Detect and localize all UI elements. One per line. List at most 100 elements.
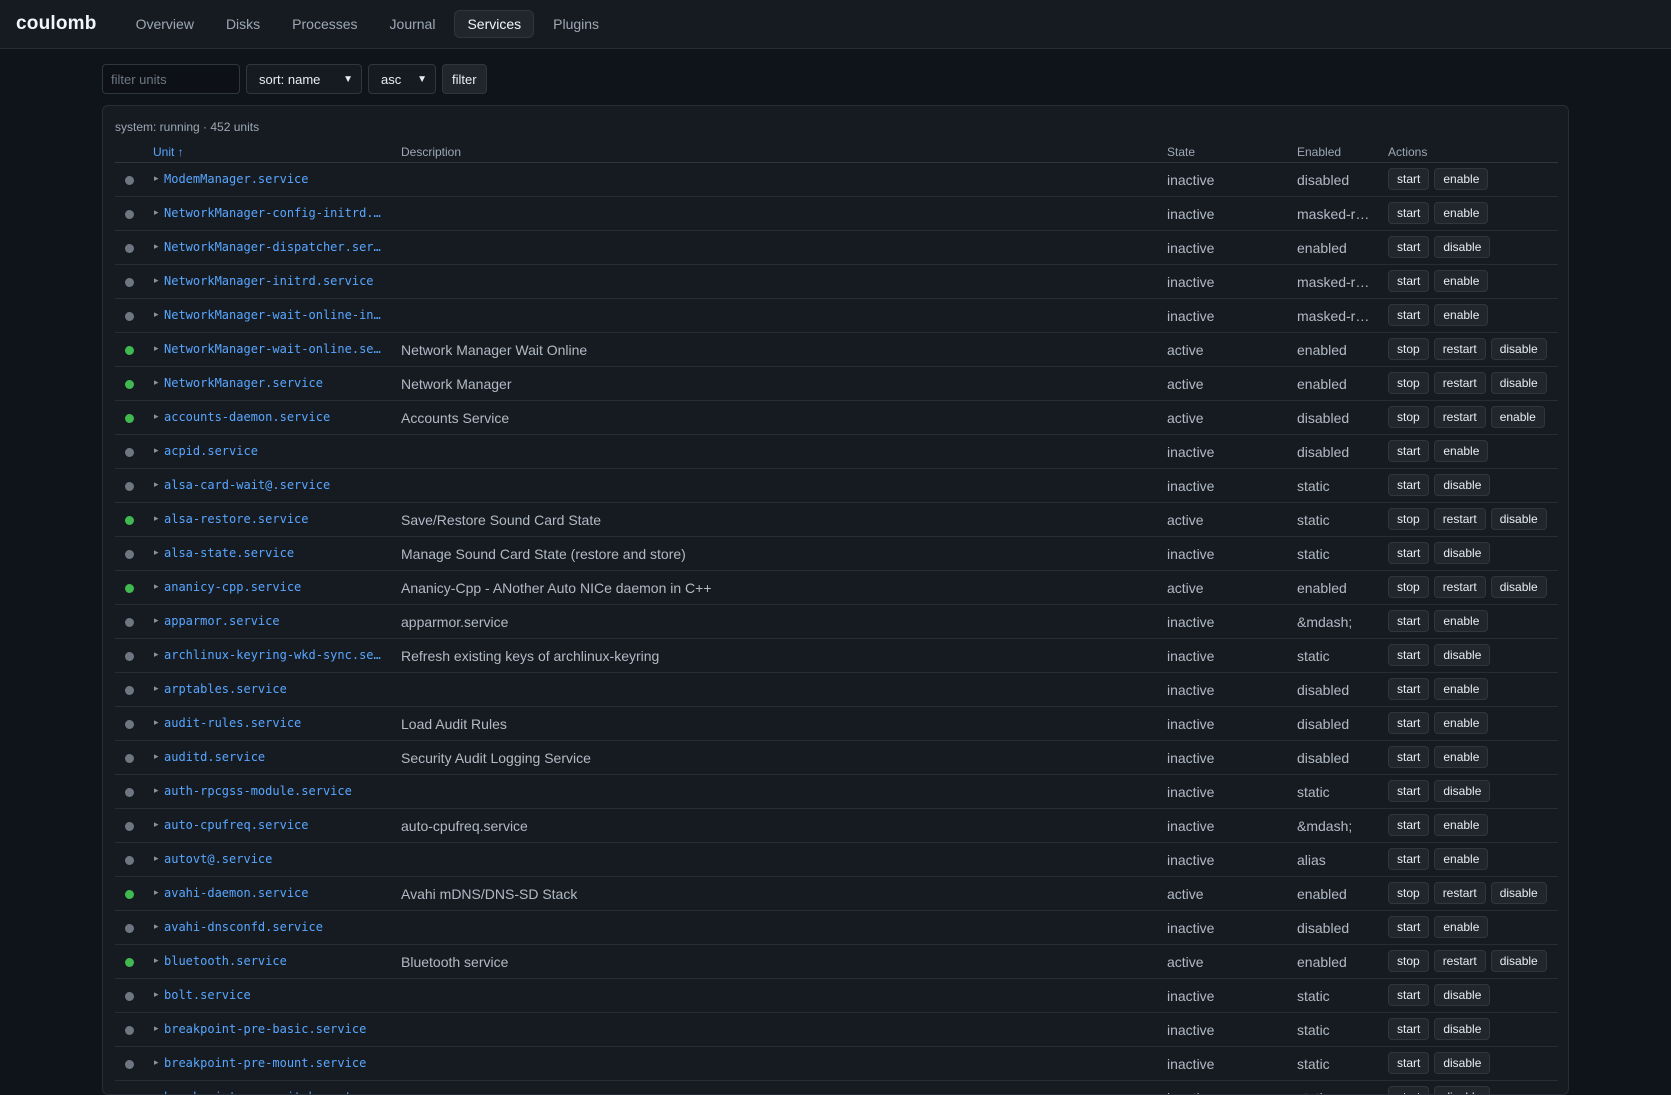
unit-name-link[interactable]: NetworkManager-config-initrd.se… xyxy=(164,206,384,220)
disable-button[interactable]: disable xyxy=(1434,780,1491,802)
unit-name-link[interactable]: NetworkManager-wait-online.serv… xyxy=(164,342,384,356)
expand-caret-icon[interactable]: ▸ xyxy=(154,649,159,660)
expand-caret-icon[interactable]: ▸ xyxy=(154,853,159,864)
unit-name-link[interactable]: bolt.service xyxy=(164,988,384,1002)
unit-name-link[interactable]: autovt@.service xyxy=(164,852,384,866)
disable-button[interactable]: disable xyxy=(1434,1052,1491,1074)
enable-button[interactable]: enable xyxy=(1434,678,1489,700)
start-button[interactable]: start xyxy=(1388,1086,1430,1094)
disable-button[interactable]: disable xyxy=(1490,576,1547,598)
disable-button[interactable]: disable xyxy=(1434,1018,1491,1040)
start-button[interactable]: start xyxy=(1388,780,1430,802)
expand-caret-icon[interactable]: ▸ xyxy=(154,241,159,252)
start-button[interactable]: start xyxy=(1388,1018,1430,1040)
unit-name-link[interactable]: ananicy-cpp.service xyxy=(164,580,384,594)
start-button[interactable]: start xyxy=(1388,678,1430,700)
order-select[interactable]: asc ▼ xyxy=(368,64,436,94)
disable-button[interactable]: disable xyxy=(1490,950,1547,972)
unit-name-link[interactable]: audit-rules.service xyxy=(164,716,384,730)
expand-caret-icon[interactable]: ▸ xyxy=(154,683,159,694)
expand-caret-icon[interactable]: ▸ xyxy=(154,1023,159,1034)
disable-button[interactable]: disable xyxy=(1490,372,1547,394)
expand-caret-icon[interactable]: ▸ xyxy=(154,479,159,490)
unit-name-link[interactable]: bluetooth.service xyxy=(164,954,384,968)
enable-button[interactable]: enable xyxy=(1434,712,1489,734)
app-brand[interactable]: coulomb xyxy=(16,13,97,35)
enable-button[interactable]: enable xyxy=(1434,202,1489,224)
expand-caret-icon[interactable]: ▸ xyxy=(154,275,159,286)
unit-name-link[interactable]: breakpoint-pre-switch-root.serv… xyxy=(164,1090,384,1094)
unit-name-link[interactable]: NetworkManager-dispatcher.servi… xyxy=(164,240,384,254)
start-button[interactable]: start xyxy=(1388,440,1430,462)
restart-button[interactable]: restart xyxy=(1433,882,1486,904)
enable-button[interactable]: enable xyxy=(1434,270,1489,292)
expand-caret-icon[interactable]: ▸ xyxy=(154,411,159,422)
expand-caret-icon[interactable]: ▸ xyxy=(154,309,159,320)
unit-name-link[interactable]: breakpoint-pre-mount.service xyxy=(164,1056,384,1070)
stop-button[interactable]: stop xyxy=(1388,406,1429,428)
stop-button[interactable]: stop xyxy=(1388,882,1429,904)
unit-name-link[interactable]: alsa-state.service xyxy=(164,546,384,560)
disable-button[interactable]: disable xyxy=(1434,474,1491,496)
tab-services[interactable]: Services xyxy=(454,10,535,38)
start-button[interactable]: start xyxy=(1388,236,1430,258)
expand-caret-icon[interactable]: ▸ xyxy=(154,785,159,796)
expand-caret-icon[interactable]: ▸ xyxy=(154,751,159,762)
tab-disks[interactable]: Disks xyxy=(213,10,273,38)
unit-name-link[interactable]: NetworkManager.service xyxy=(164,376,384,390)
expand-caret-icon[interactable]: ▸ xyxy=(154,921,159,932)
start-button[interactable]: start xyxy=(1388,474,1430,496)
disable-button[interactable]: disable xyxy=(1490,338,1547,360)
start-button[interactable]: start xyxy=(1388,1052,1430,1074)
expand-caret-icon[interactable]: ▸ xyxy=(154,615,159,626)
unit-name-link[interactable]: NetworkManager-wait-online-init… xyxy=(164,308,384,322)
disable-button[interactable]: disable xyxy=(1434,542,1491,564)
stop-button[interactable]: stop xyxy=(1388,576,1429,598)
unit-name-link[interactable]: arptables.service xyxy=(164,682,384,696)
expand-caret-icon[interactable]: ▸ xyxy=(154,547,159,558)
expand-caret-icon[interactable]: ▸ xyxy=(154,717,159,728)
unit-name-link[interactable]: ModemManager.service xyxy=(164,172,384,186)
expand-caret-icon[interactable]: ▸ xyxy=(154,513,159,524)
disable-button[interactable]: disable xyxy=(1490,882,1547,904)
start-button[interactable]: start xyxy=(1388,916,1430,938)
restart-button[interactable]: restart xyxy=(1433,576,1486,598)
enable-button[interactable]: enable xyxy=(1434,746,1489,768)
restart-button[interactable]: restart xyxy=(1433,508,1486,530)
expand-caret-icon[interactable]: ▸ xyxy=(154,1091,159,1094)
unit-name-link[interactable]: accounts-daemon.service xyxy=(164,410,384,424)
start-button[interactable]: start xyxy=(1388,746,1430,768)
start-button[interactable]: start xyxy=(1388,984,1430,1006)
expand-caret-icon[interactable]: ▸ xyxy=(154,1057,159,1068)
start-button[interactable]: start xyxy=(1388,848,1430,870)
enable-button[interactable]: enable xyxy=(1490,406,1545,428)
filter-units-input[interactable] xyxy=(102,64,240,94)
start-button[interactable]: start xyxy=(1388,610,1430,632)
unit-name-link[interactable]: alsa-card-wait@.service xyxy=(164,478,384,492)
disable-button[interactable]: disable xyxy=(1434,644,1491,666)
expand-caret-icon[interactable]: ▸ xyxy=(154,445,159,456)
unit-name-link[interactable]: archlinux-keyring-wkd-sync.serv… xyxy=(164,648,384,662)
restart-button[interactable]: restart xyxy=(1433,372,1486,394)
unit-name-link[interactable]: avahi-dnsconfd.service xyxy=(164,920,384,934)
enable-button[interactable]: enable xyxy=(1434,848,1489,870)
stop-button[interactable]: stop xyxy=(1388,508,1429,530)
unit-name-link[interactable]: apparmor.service xyxy=(164,614,384,628)
expand-caret-icon[interactable]: ▸ xyxy=(154,887,159,898)
enable-button[interactable]: enable xyxy=(1434,916,1489,938)
expand-caret-icon[interactable]: ▸ xyxy=(154,343,159,354)
tab-plugins[interactable]: Plugins xyxy=(540,10,612,38)
disable-button[interactable]: disable xyxy=(1434,1086,1491,1094)
start-button[interactable]: start xyxy=(1388,202,1430,224)
stop-button[interactable]: stop xyxy=(1388,338,1429,360)
unit-name-link[interactable]: avahi-daemon.service xyxy=(164,886,384,900)
stop-button[interactable]: stop xyxy=(1388,372,1429,394)
unit-name-link[interactable]: breakpoint-pre-basic.service xyxy=(164,1022,384,1036)
expand-caret-icon[interactable]: ▸ xyxy=(154,377,159,388)
unit-name-link[interactable]: auto-cpufreq.service xyxy=(164,818,384,832)
expand-caret-icon[interactable]: ▸ xyxy=(154,819,159,830)
expand-caret-icon[interactable]: ▸ xyxy=(154,207,159,218)
unit-name-link[interactable]: acpid.service xyxy=(164,444,384,458)
start-button[interactable]: start xyxy=(1388,644,1430,666)
sort-select[interactable]: sort: name ▼ xyxy=(246,64,362,94)
